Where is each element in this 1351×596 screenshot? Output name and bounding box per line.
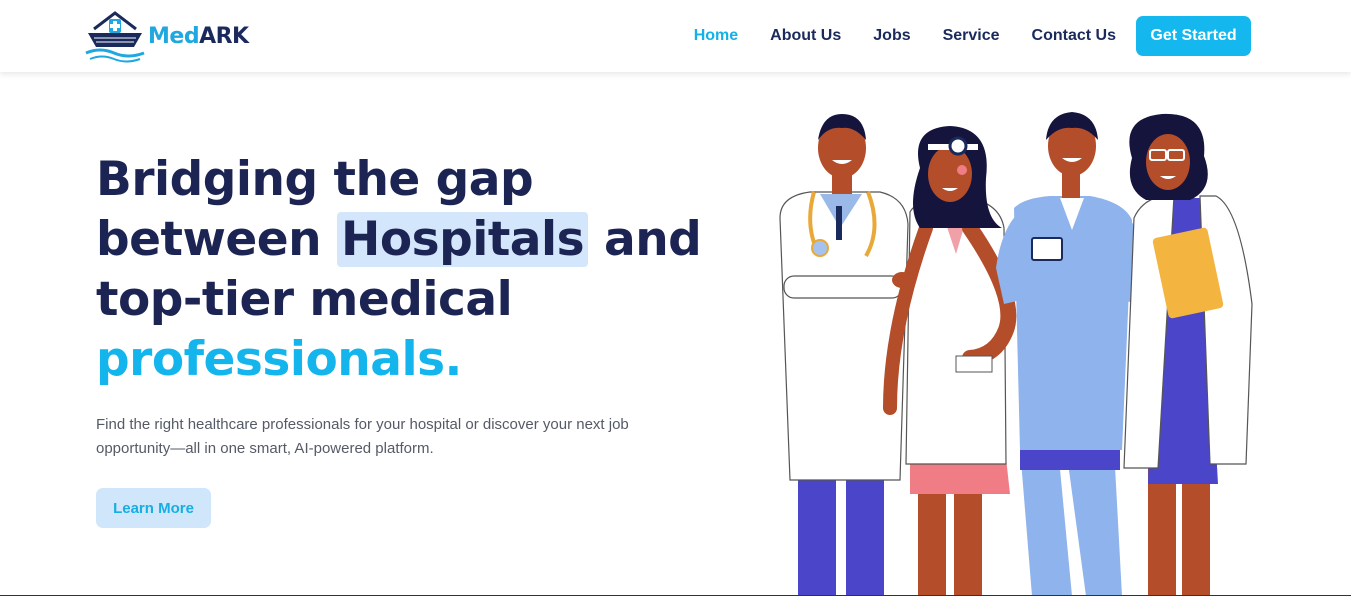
- brand-name-part1: Med: [148, 23, 200, 49]
- ark-logo-icon: [85, 11, 145, 63]
- brand-name-part2: ARK: [199, 23, 249, 49]
- hero-heading-line2-start: between: [96, 212, 337, 267]
- nav-link-about-us[interactable]: About Us: [770, 27, 841, 45]
- nurse-in-scrubs-figure: [996, 112, 1146, 596]
- get-started-button[interactable]: Get Started: [1136, 16, 1251, 56]
- brand-logo[interactable]: MedARK: [84, 7, 264, 65]
- doctor-with-head-mirror-figure: [883, 126, 1017, 596]
- hero-heading-line2-end: and: [588, 212, 702, 267]
- nav-link-contact-us[interactable]: Contact Us: [1032, 27, 1116, 45]
- hero-heading-highlight: Hospitals: [336, 212, 589, 267]
- nav-link-home[interactable]: Home: [694, 27, 738, 45]
- hero-heading: Bridging the gap between Hospitals and t…: [96, 150, 736, 390]
- medical-team-illustration: [779, 112, 1253, 596]
- hero-heading-line1: Bridging the gap: [96, 152, 534, 207]
- hero-heading-accent: professionals.: [96, 332, 462, 387]
- learn-more-button[interactable]: Learn More: [96, 488, 211, 528]
- nav-link-service[interactable]: Service: [943, 27, 1000, 45]
- hero-heading-line3: top-tier medical: [96, 272, 513, 327]
- brand-name: MedARK: [148, 24, 249, 49]
- doctor-with-clipboard-figure: [1123, 113, 1253, 596]
- hero-subtitle: Find the right healthcare professionals …: [96, 416, 629, 457]
- main-nav: Home About Us Jobs Service Contact Us Ge…: [662, 0, 1251, 72]
- navbar: MedARK Home About Us Jobs Service Contac…: [0, 0, 1351, 72]
- nav-link-jobs[interactable]: Jobs: [873, 27, 910, 45]
